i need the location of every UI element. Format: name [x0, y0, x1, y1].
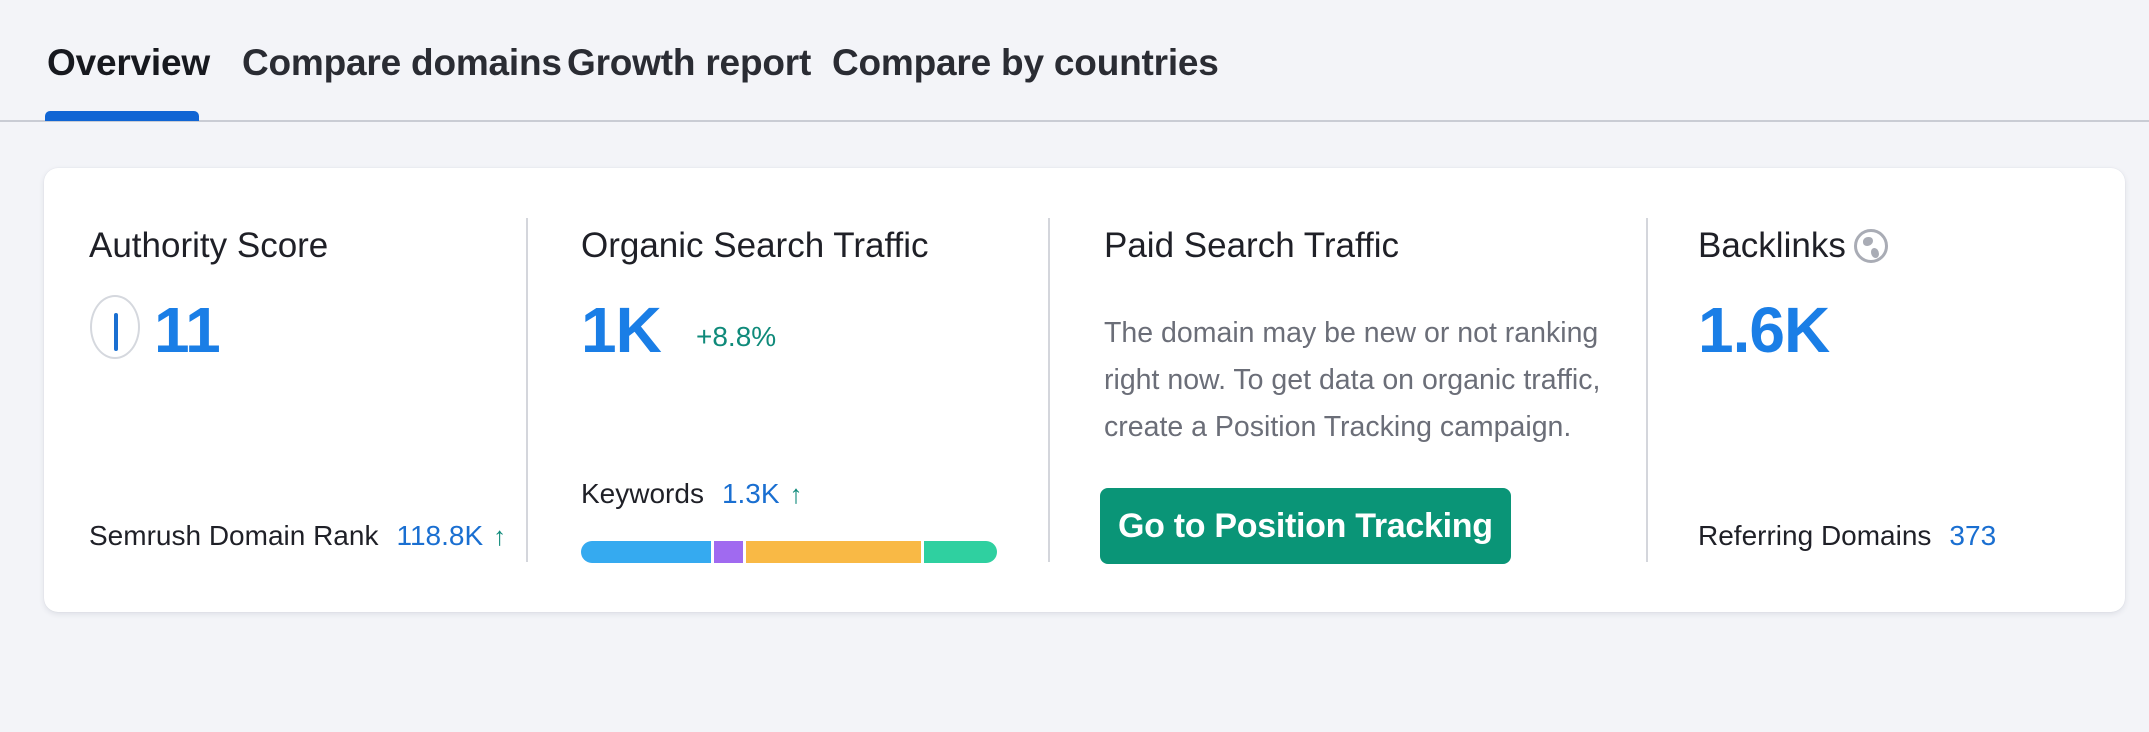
backlinks-title-row: Backlinks: [1698, 226, 1888, 266]
domain-rank-row: Semrush Domain Rank 118.8K ↑: [89, 520, 506, 552]
backlinks-section: Backlinks 1.6K Referring Domains 373: [1648, 168, 2125, 612]
tab-compare-by-countries[interactable]: Compare by countries: [832, 42, 1219, 84]
keywords-value[interactable]: 1.3K: [722, 478, 780, 510]
arrow-up-icon: ↑: [789, 478, 803, 509]
keywords-distribution-bar[interactable]: [581, 541, 997, 563]
organic-traffic-value[interactable]: 1K: [581, 293, 662, 367]
keywords-row: Keywords 1.3K ↑: [581, 478, 803, 510]
paid-traffic-title: Paid Search Traffic: [1104, 226, 1400, 265]
backlinks-title: Backlinks: [1698, 226, 1846, 265]
keyword-segment-3[interactable]: [745, 541, 921, 563]
tab-growth-report[interactable]: Growth report: [567, 42, 811, 84]
referring-domains-value[interactable]: 373: [1949, 520, 1996, 552]
authority-score-value: 11: [154, 294, 221, 366]
gauge-needle: [114, 313, 118, 351]
overview-card: Authority Score 11 Semrush Domain Rank 1…: [44, 168, 2125, 612]
active-tab-indicator: [45, 111, 199, 121]
keywords-label: Keywords: [581, 478, 704, 509]
go-to-position-tracking-button[interactable]: Go to Position Tracking: [1100, 488, 1511, 564]
arrow-up-icon: ↑: [493, 520, 507, 551]
domain-rank-value[interactable]: 118.8K: [396, 520, 483, 552]
tab-compare-domains[interactable]: Compare domains: [242, 42, 562, 84]
authority-gauge-icon: [90, 295, 140, 359]
globe-icon[interactable]: [1853, 229, 1888, 263]
keyword-segment-4[interactable]: [923, 541, 997, 563]
authority-score-title: Authority Score: [89, 226, 329, 265]
organic-traffic-title: Organic Search Traffic: [581, 226, 929, 265]
organic-traffic-section: Organic Search Traffic 1K +8.8% Keywords…: [528, 168, 1048, 612]
tab-bar: Overview Compare domains Growth report C…: [0, 0, 2149, 122]
authority-score-section: Authority Score 11 Semrush Domain Rank 1…: [44, 168, 526, 612]
keyword-segment-1[interactable]: [581, 541, 712, 563]
backlinks-value[interactable]: 1.6K: [1698, 293, 1830, 367]
keyword-segment-2[interactable]: [714, 541, 743, 563]
paid-traffic-description: The domain may be new or not ranking rig…: [1104, 317, 1601, 443]
organic-traffic-delta: +8.8%: [696, 321, 777, 352]
referring-domains-label: Referring Domains: [1698, 520, 1932, 551]
paid-traffic-section: Paid Search Traffic The domain may be ne…: [1050, 168, 1650, 612]
domain-rank-label: Semrush Domain Rank: [89, 520, 379, 551]
tab-overview[interactable]: Overview: [47, 42, 210, 84]
referring-domains-row: Referring Domains 373: [1698, 520, 1996, 552]
